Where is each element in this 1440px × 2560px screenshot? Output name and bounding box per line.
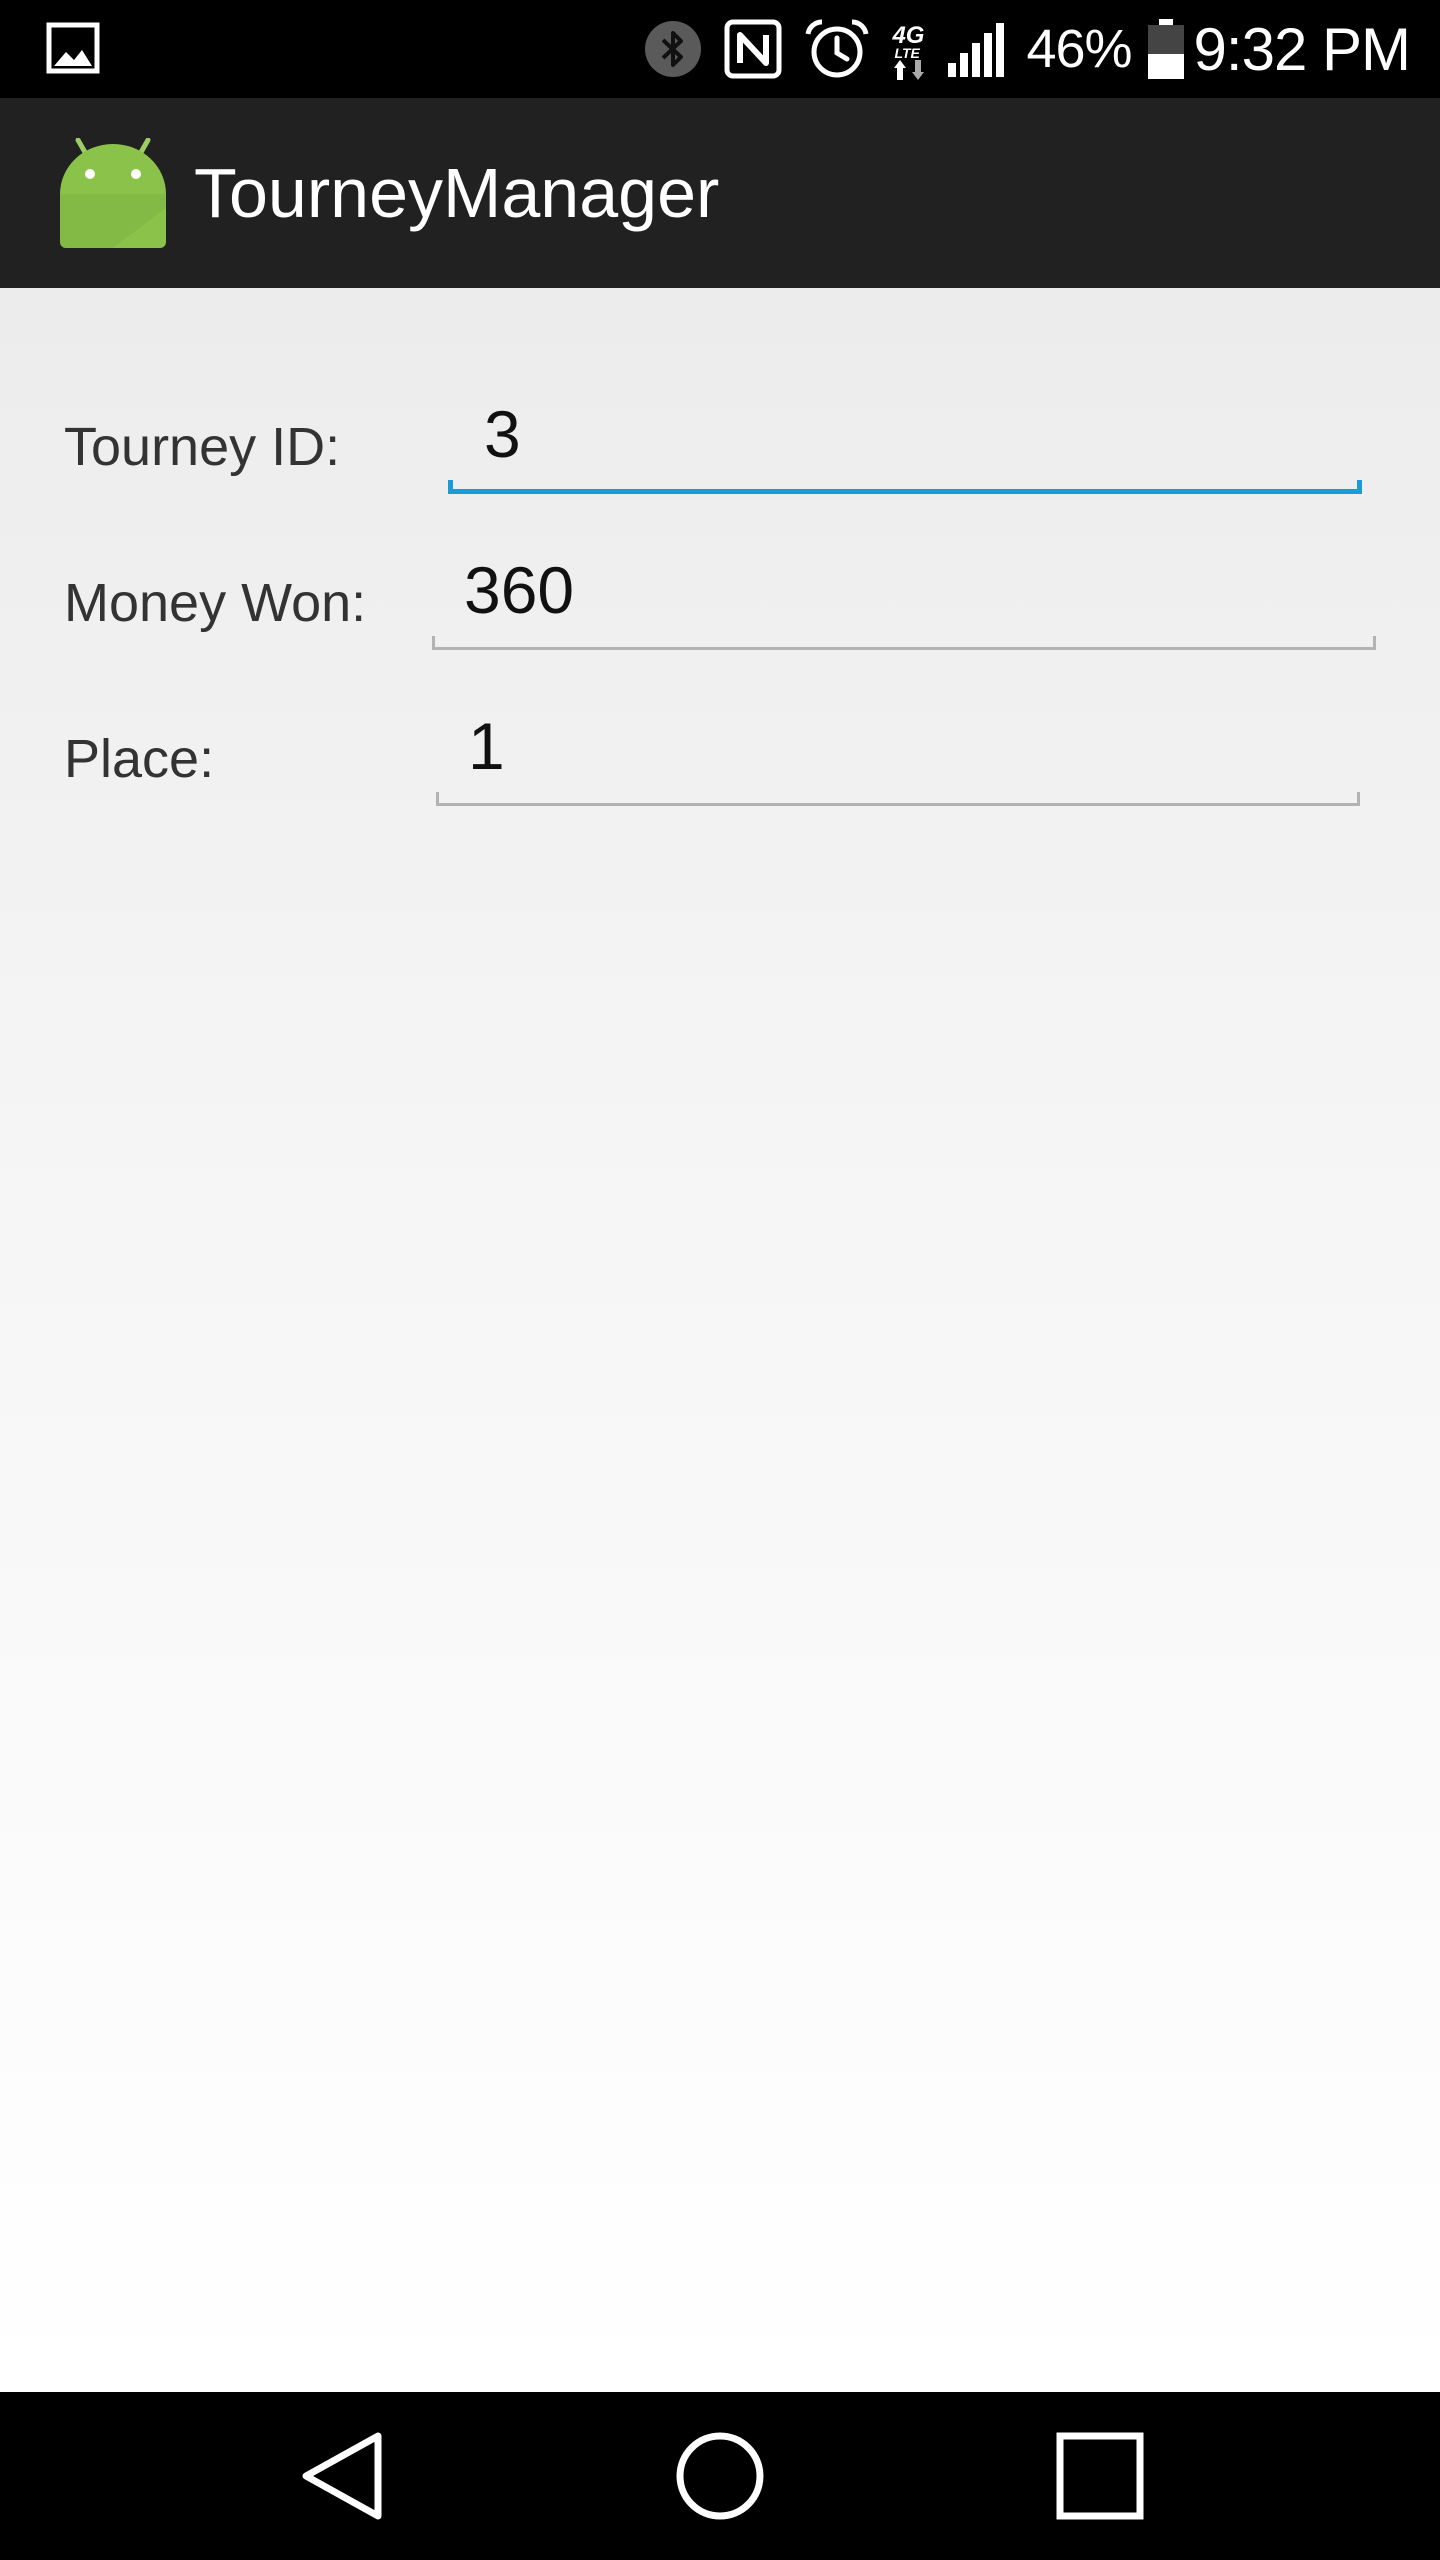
form-row-place: Place: 1	[0, 684, 1440, 840]
tourney-id-value: 3	[484, 397, 521, 471]
form-row-tourney-id: Tourney ID: 3	[0, 372, 1440, 528]
place-field[interactable]: 1	[436, 696, 1360, 806]
form-content: Tourney ID: 3 Money Won: 360 Place: 1	[0, 288, 1440, 2392]
recents-icon[interactable]	[1050, 2426, 1150, 2526]
tourney-id-underline	[448, 480, 1362, 494]
signal-icon	[948, 23, 1005, 77]
tourney-id-field[interactable]: 3	[448, 384, 1362, 494]
action-bar: TourneyManager	[0, 98, 1440, 302]
app-title: TourneyManager	[194, 154, 720, 232]
home-icon[interactable]	[670, 2426, 770, 2526]
tourney-id-label: Tourney ID:	[64, 417, 341, 477]
gallery-icon	[46, 22, 100, 74]
place-underline	[436, 792, 1360, 806]
money-won-label: Money Won:	[64, 573, 367, 633]
android-icon	[60, 138, 166, 248]
battery-icon	[1147, 19, 1184, 79]
back-icon[interactable]	[292, 2426, 392, 2526]
nfc-icon	[724, 19, 782, 79]
money-won-value: 360	[464, 553, 575, 627]
network-sublabel: LTE	[894, 45, 920, 61]
form-row-money-won: Money Won: 360	[0, 528, 1440, 684]
place-label: Place:	[64, 729, 215, 789]
bluetooth-icon	[645, 21, 702, 77]
money-won-field[interactable]: 360	[432, 540, 1376, 650]
status-bar: 4G LTE 46% 9:32 PM	[0, 0, 1440, 98]
4g-lte-icon: 4G LTE	[892, 18, 932, 80]
navigation-bar	[0, 2392, 1440, 2560]
alarm-icon	[805, 19, 869, 78]
clock: 9:32 PM	[1193, 15, 1411, 83]
money-won-underline	[432, 636, 1376, 650]
place-value: 1	[468, 709, 505, 783]
battery-percent: 46%	[1026, 19, 1132, 79]
